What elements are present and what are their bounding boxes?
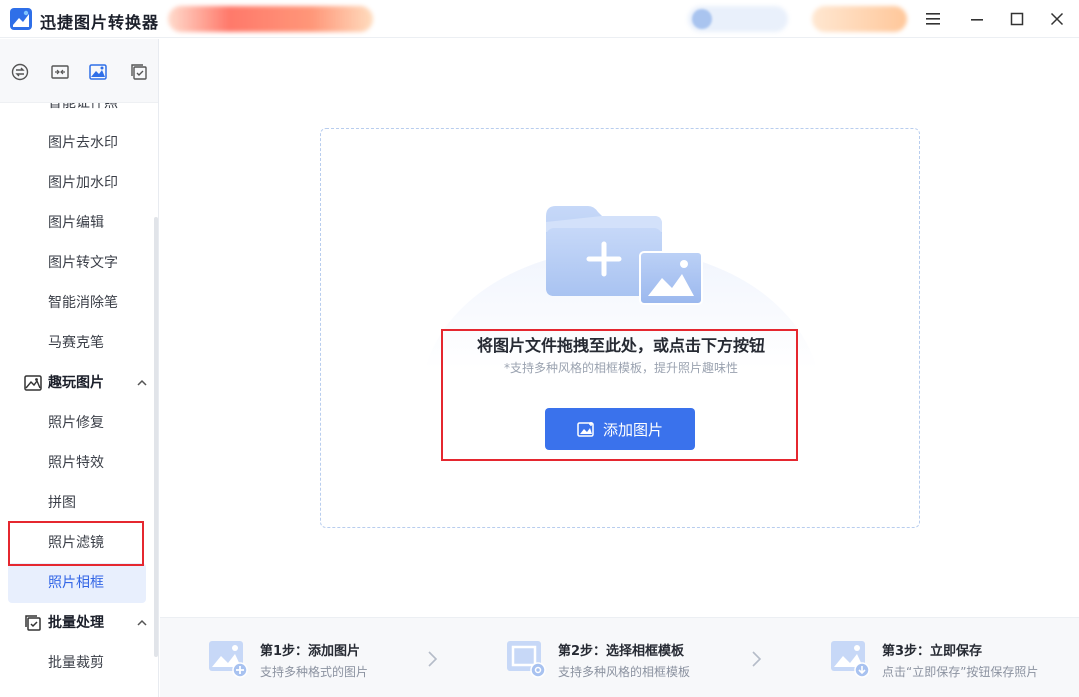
minimize-icon [971,19,983,21]
sidebar-tool-tabs [0,39,158,103]
sidebar-scrollbar[interactable] [154,217,158,657]
title-bar: 迅捷图片转换器 [0,0,1079,38]
tool-tab-batch[interactable] [129,63,149,81]
sidebar-item-photo-frame[interactable]: 照片相框 [8,563,146,603]
step-title: 第2步：选择相框模板 [558,644,685,659]
sidebar-item-label: 智能消除笔 [48,295,118,311]
sidebar-item-smart-eraser[interactable]: 智能消除笔 [8,283,146,323]
promo-banner[interactable] [168,6,373,32]
image-icon [89,64,107,80]
maximize-button[interactable] [1006,8,1028,30]
sidebar-group-fun-images[interactable]: 趣玩图片 [0,363,158,403]
sidebar-item-label: 图片加水印 [48,175,118,191]
sidebar-item-label: 照片修复 [48,415,104,431]
sidebar-item-label: 图片编辑 [48,215,104,231]
sidebar-item-photo-effects[interactable]: 照片特效 [8,443,146,483]
batch-icon [131,64,147,80]
fun-image-icon [24,375,42,391]
chevron-right-icon [752,651,762,667]
app-title: 迅捷图片转换器 [40,13,160,32]
sidebar-item-collage[interactable]: 拼图 [8,483,146,523]
sidebar-item-remove-watermark[interactable]: 图片去水印 [8,123,146,163]
sidebar-item-label: 图片去水印 [48,135,118,151]
convert-icon [11,63,29,81]
sidebar-item-photo-repair[interactable]: 照片修复 [8,403,146,443]
sidebar-item-image-to-text[interactable]: 图片转文字 [8,243,146,283]
sidebar-item-label: 图片转文字 [48,255,118,271]
sidebar-item-label: 照片相框 [48,575,104,591]
menu-button[interactable] [922,8,944,30]
tool-tab-image[interactable] [88,63,108,81]
minimize-button[interactable] [966,8,988,30]
step-add-image-icon [209,641,248,678]
compress-icon [51,65,69,79]
step-description: 支持多种格式的图片 [260,665,369,679]
steps-bar: 第1步：添加图片 支持多种格式的图片 第2步：选择相框模板 支持多种风格的相框模… [160,617,1079,697]
chevron-up-icon [137,379,147,386]
sidebar-item-label: 马赛克笔 [48,335,104,351]
close-button[interactable] [1046,8,1068,30]
highlight-frame-drop-area [441,329,798,461]
drop-zone[interactable]: 将图片文件拖拽至此处，或点击下方按钮 *支持多种风格的相框模板，提升照片趣味性 … [320,128,920,528]
maximize-icon [1010,12,1024,26]
folder-add-image-icon [546,206,703,305]
step-title: 第3步：立即保存 [882,644,983,659]
chevron-up-icon [137,619,147,626]
batch-process-icon [25,615,41,631]
step-description: 支持多种风格的相框模板 [558,665,691,679]
step-frame-template-icon [507,641,546,678]
sidebar-group-label: 批量处理 [48,615,104,631]
sidebar-item-label: 照片特效 [48,455,104,471]
close-icon [1050,12,1064,26]
sidebar-item-batch-crop[interactable]: 批量裁剪 [8,643,146,683]
highlight-frame-active-item [8,521,144,566]
app-logo-icon [10,8,32,30]
step-save-icon [831,641,870,678]
tool-tab-convert[interactable] [10,63,30,81]
sidebar-item-label: 拼图 [48,495,76,511]
main-content: 将图片文件拖拽至此处，或点击下方按钮 *支持多种风格的相框模板，提升照片趣味性 … [160,39,1079,617]
tool-tab-compress[interactable] [50,63,70,81]
step-description: 点击“立即保存”按钮保存照片 [882,665,1039,679]
sidebar: 智能证件照 图片去水印 图片加水印 图片编辑 图片转文字 智能消除笔 马赛克笔 … [0,39,159,697]
sidebar-item-label: 批量裁剪 [48,655,104,671]
sidebar-group-batch[interactable]: 批量处理 [0,603,158,643]
sidebar-item-image-edit[interactable]: 图片编辑 [8,203,146,243]
chevron-right-icon [428,651,438,667]
sidebar-item-add-watermark[interactable]: 图片加水印 [8,163,146,203]
sidebar-item-mosaic-pen[interactable]: 马赛克笔 [8,323,146,363]
sidebar-group-label: 趣玩图片 [48,375,104,391]
vip-button[interactable] [812,6,907,32]
avatar[interactable] [692,9,712,29]
menu-icon [926,13,940,25]
step-title: 第1步：添加图片 [260,644,361,659]
